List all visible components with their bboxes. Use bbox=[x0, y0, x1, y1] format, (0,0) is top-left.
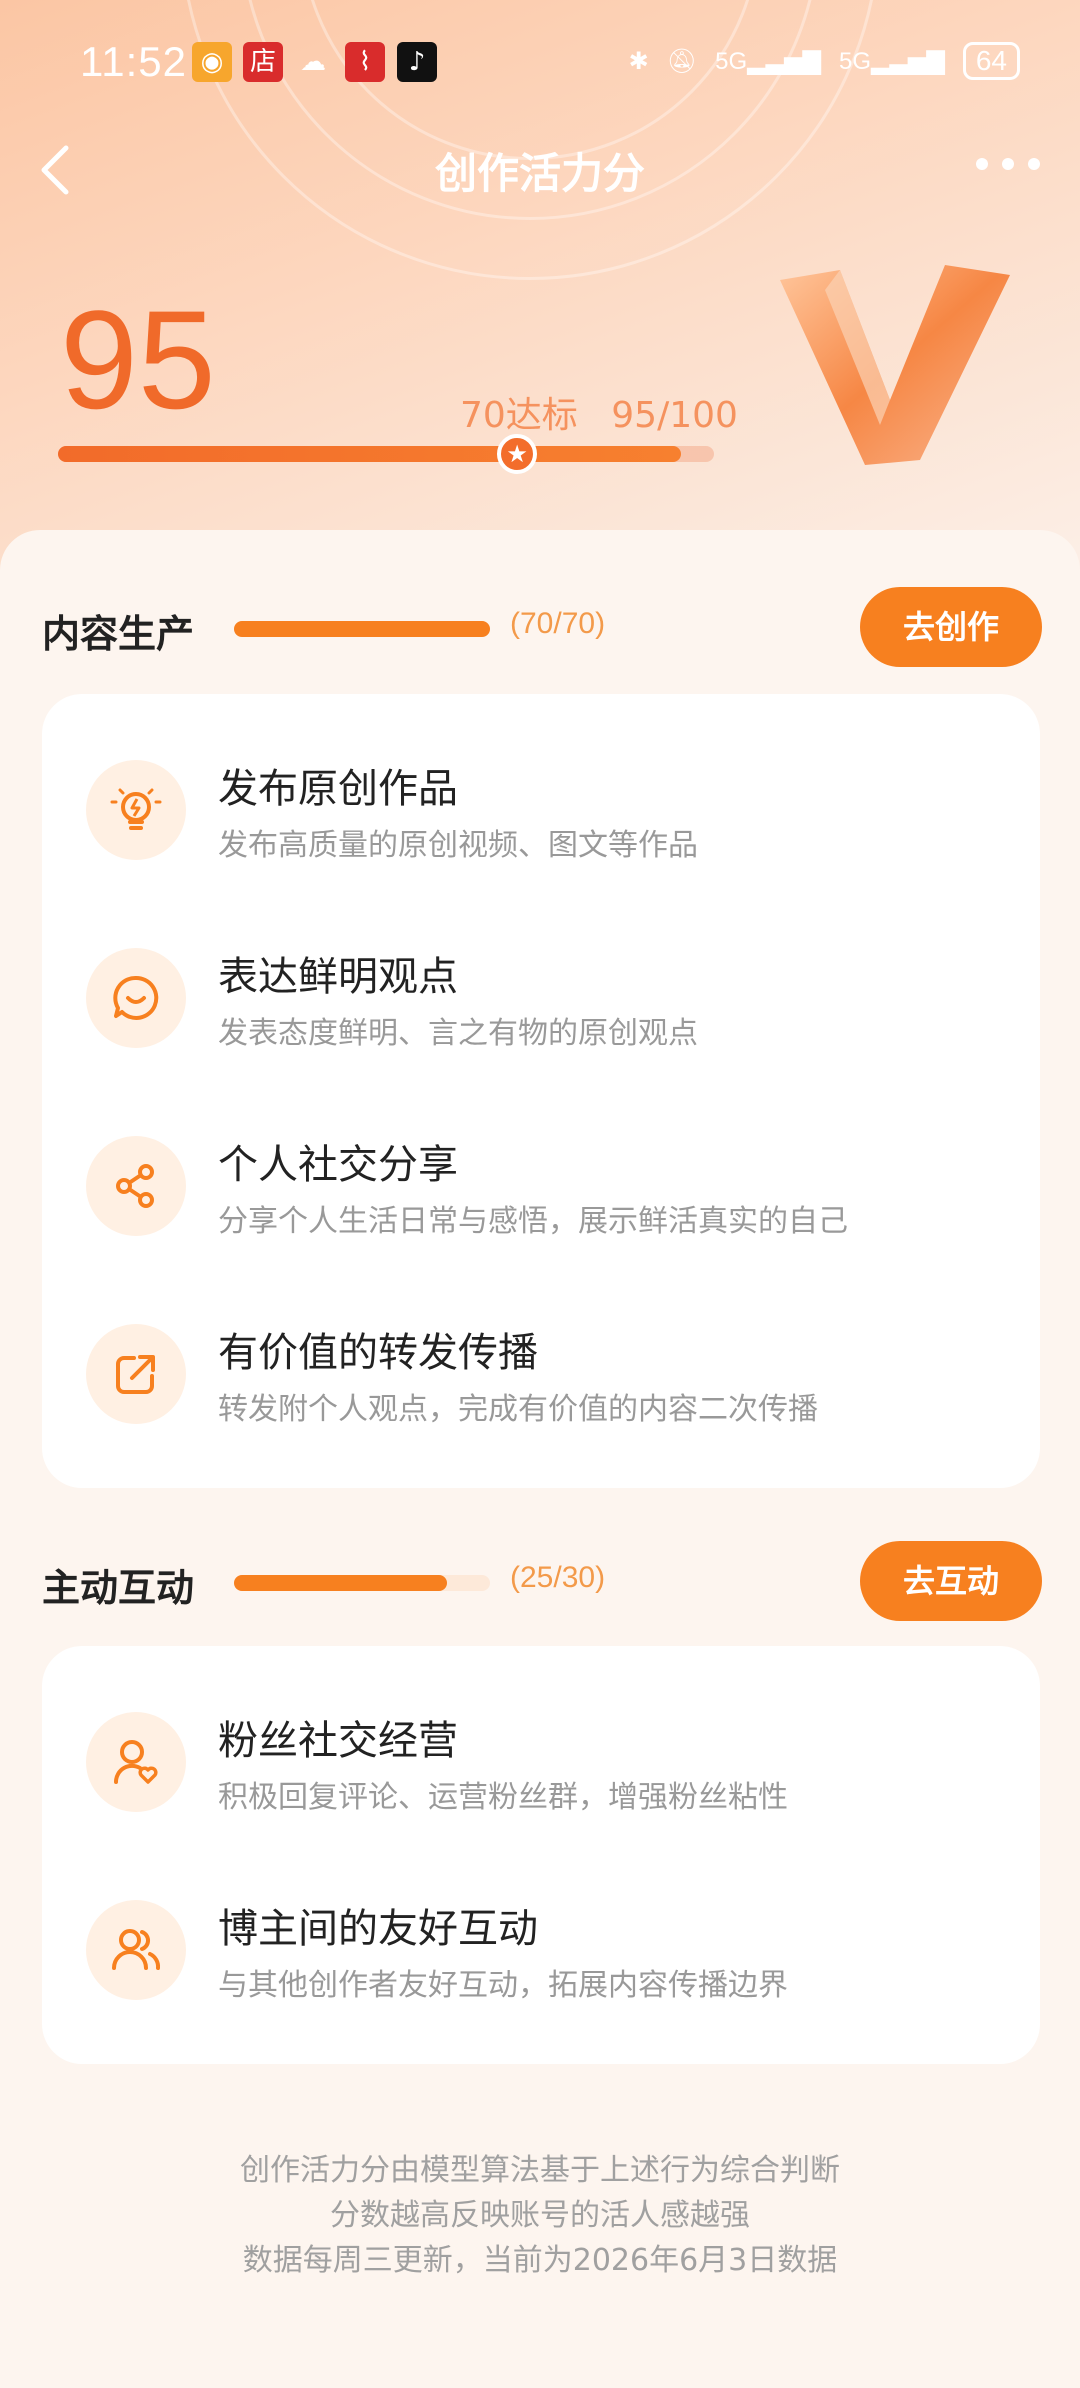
forward-icon bbox=[86, 1324, 186, 1424]
item-desc: 积极回复评论、运营粉丝群，增强粉丝粘性 bbox=[218, 1780, 788, 1815]
item-title: 粉丝社交经营 bbox=[218, 1718, 458, 1764]
weibo-icon: ◉ bbox=[192, 42, 232, 82]
item-desc: 发布高质量的原创视频、图文等作品 bbox=[218, 828, 698, 863]
section-count: (25/30) bbox=[510, 1561, 606, 1594]
page-title: 创作活力分 bbox=[434, 149, 645, 198]
footer-line: 创作活力分由模型算法基于上述行为综合判断 bbox=[240, 2153, 840, 2188]
item-title: 博主间的友好互动 bbox=[218, 1906, 538, 1952]
signal-1: 5G▂▃▅▇ bbox=[715, 47, 821, 75]
list-item[interactable]: 发布原创作品 发布高质量的原创视频、图文等作品 bbox=[86, 758, 1006, 868]
status-time: 11:52 bbox=[80, 38, 187, 85]
section-count: (70/70) bbox=[510, 607, 606, 640]
content-card: 发布原创作品 发布高质量的原创视频、图文等作品 表达鲜明观点 发表态度鲜明、言之… bbox=[42, 694, 1040, 1488]
more-dots-icon[interactable] bbox=[976, 158, 1040, 170]
score-value: 95 bbox=[60, 281, 216, 438]
score-meta: 70达标 95/100 bbox=[460, 386, 738, 438]
tiktok-icon: ♪ bbox=[397, 42, 437, 82]
list-item[interactable]: 粉丝社交经营 积极回复评论、运营粉丝群，增强粉丝粘性 bbox=[86, 1710, 1006, 1820]
section-header-content: 内容生产 (70/70) 去创作 bbox=[42, 587, 1042, 667]
item-desc: 与其他创作者友好互动，拓展内容传播边界 bbox=[218, 1968, 788, 2003]
item-title: 有价值的转发传播 bbox=[218, 1330, 538, 1376]
item-desc: 转发附个人观点，完成有价值的内容二次传播 bbox=[218, 1392, 818, 1427]
interaction-card: 粉丝社交经营 积极回复评论、运营粉丝群，增强粉丝粘性 博主间的友好互动 与其他创… bbox=[42, 1646, 1040, 2064]
item-desc: 发表态度鲜明、言之有物的原创观点 bbox=[218, 1016, 698, 1051]
status-right: ✱ 🔕︎ 5G▂▃▅▇ 5G▂▃▅▇ 64 bbox=[629, 42, 1020, 80]
status-bar: 11:52 ◉ 店 ☁ ⌇ ♪ ✱ 🔕︎ 5G▂▃▅▇ 5G▂▃▅▇ 64 bbox=[0, 38, 1080, 92]
item-desc: 分享个人生活日常与感悟，展示鲜活真实的自己 bbox=[218, 1204, 848, 1239]
battery-indicator: 64 bbox=[962, 42, 1020, 80]
list-item[interactable]: 个人社交分享 分享个人生活日常与感悟，展示鲜活真实的自己 bbox=[86, 1134, 1006, 1244]
mute-icon: 🔕︎ bbox=[666, 47, 698, 75]
users-icon bbox=[86, 1900, 186, 2000]
section-progress-fill bbox=[234, 1575, 448, 1591]
section-title: 内容生产 bbox=[42, 612, 195, 656]
score-progress-fill bbox=[58, 446, 682, 462]
progress-label: 95/100 bbox=[611, 395, 738, 436]
score-progress-bar: ★ bbox=[58, 434, 714, 474]
section-progress-fill bbox=[234, 621, 490, 637]
section-progress-bar bbox=[234, 1575, 490, 1591]
list-item[interactable]: 有价值的转发传播 转发附个人观点，完成有价值的内容二次传播 bbox=[86, 1322, 1006, 1432]
bluetooth-icon: ✱ bbox=[628, 47, 649, 75]
create-button[interactable]: 去创作 bbox=[860, 587, 1042, 667]
lightbulb-icon bbox=[86, 760, 186, 860]
threshold-label: 70达标 bbox=[460, 395, 578, 436]
wechat-icon: ☁ bbox=[300, 47, 326, 77]
item-title: 个人社交分享 bbox=[218, 1142, 458, 1188]
item-title: 发布原创作品 bbox=[218, 766, 458, 812]
v-logo-icon bbox=[780, 265, 1010, 465]
xuexi-icon: ⌇ bbox=[345, 42, 385, 82]
interact-button[interactable]: 去互动 bbox=[860, 1541, 1042, 1621]
signal-2: 5G▂▃▅▇ bbox=[839, 47, 945, 75]
user-heart-icon bbox=[86, 1712, 186, 1812]
list-item[interactable]: 表达鲜明观点 发表态度鲜明、言之有物的原创观点 bbox=[86, 946, 1006, 1056]
section-progress-bar bbox=[234, 621, 490, 637]
star-icon: ★ bbox=[497, 434, 538, 474]
section-header-interaction: 主动互动 (25/30) 去互动 bbox=[42, 1541, 1042, 1621]
footer-note: 创作活力分由模型算法基于上述行为综合判断 分数越高反映账号的活人感越强 数据每周… bbox=[0, 2148, 1080, 2283]
footer-line: 数据每周三更新，当前为2026年6月3日数据 bbox=[242, 2243, 838, 2278]
footer-line: 分数越高反映账号的活人感越强 bbox=[330, 2198, 750, 2233]
section-title: 主动互动 bbox=[42, 1566, 195, 1610]
chat-smile-icon bbox=[86, 948, 186, 1048]
store-icon: 店 bbox=[243, 42, 283, 82]
list-item[interactable]: 博主间的友好互动 与其他创作者友好互动，拓展内容传播边界 bbox=[86, 1898, 1006, 2008]
share-icon bbox=[86, 1136, 186, 1236]
item-title: 表达鲜明观点 bbox=[218, 954, 458, 1000]
